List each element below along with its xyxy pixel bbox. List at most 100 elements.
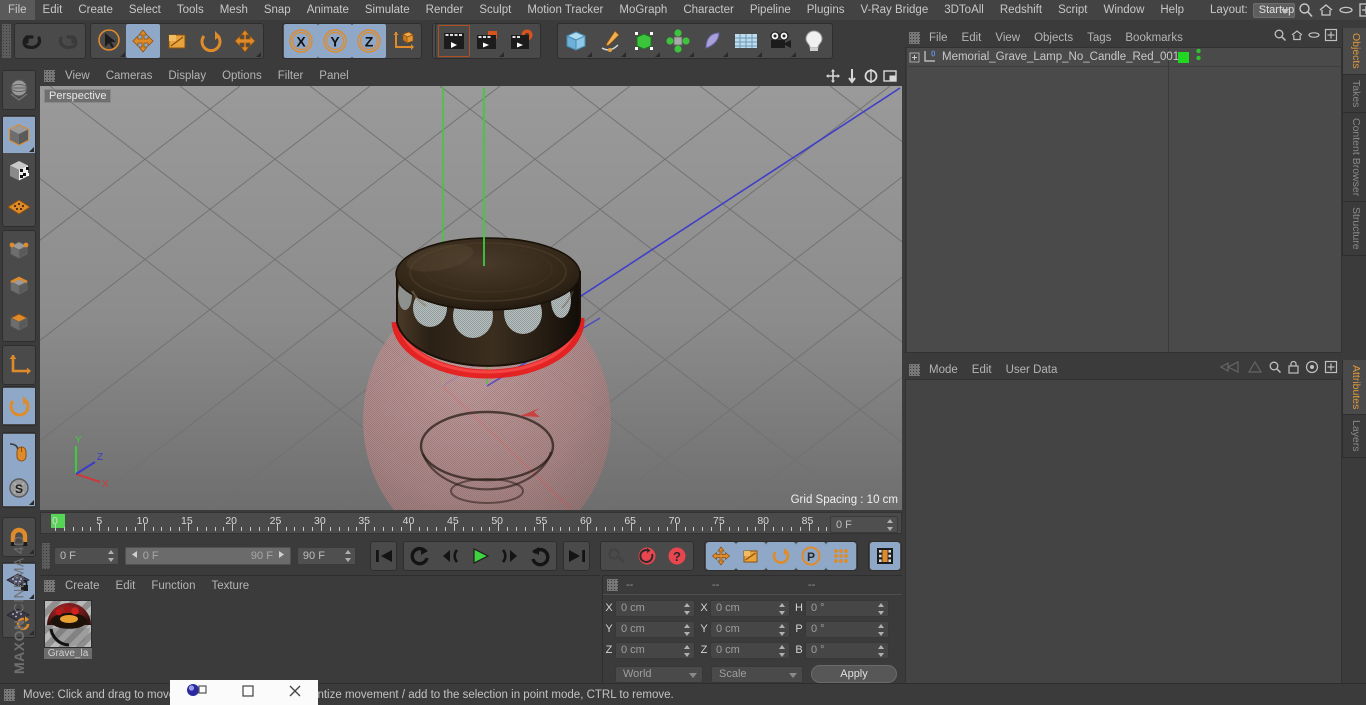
home-icon[interactable]	[1317, 1, 1335, 19]
tab-content-browser[interactable]: Content Browser	[1342, 113, 1366, 203]
coordinates-gripper-icon[interactable]	[607, 579, 618, 591]
dynamic-place-tool[interactable]	[228, 24, 262, 58]
timeline-ruler[interactable]: 051015202530354045505560657075808590	[40, 512, 902, 534]
home-icon[interactable]	[1290, 28, 1304, 47]
menu-window[interactable]: Window	[1095, 0, 1152, 20]
add-light-button[interactable]	[797, 24, 831, 58]
menu-mograph[interactable]: MoGraph	[611, 0, 675, 20]
add-spline-button[interactable]	[593, 24, 627, 58]
rotation-b-field[interactable]: 0 °	[805, 641, 889, 659]
close-icon[interactable]	[288, 684, 302, 701]
viewport-solo-single-button[interactable]	[3, 434, 35, 470]
material-menu-create[interactable]: Create	[57, 580, 108, 592]
spinner-icon[interactable]	[779, 602, 786, 615]
workplane-mode-button[interactable]	[3, 189, 35, 225]
go-to-end-button[interactable]	[563, 541, 591, 571]
position-y-field[interactable]: 0 cm	[615, 620, 695, 638]
spinner-icon[interactable]	[684, 644, 691, 657]
redo-button[interactable]	[50, 24, 84, 58]
toolbar-gripper[interactable]	[2, 24, 11, 58]
table-row[interactable]: 0 Memorial_Grave_Lamp_No_Candle_Red_001	[906, 48, 1341, 67]
add-floor-button[interactable]	[729, 24, 763, 58]
previous-frame-button[interactable]	[435, 542, 465, 570]
transform-mode-dropdown[interactable]: Scale	[711, 665, 803, 683]
scale-key-toggle[interactable]	[736, 542, 767, 570]
render-view-button[interactable]	[437, 24, 471, 58]
point-level-animation-toggle[interactable]	[826, 542, 857, 570]
object-menu-view[interactable]: View	[988, 32, 1027, 44]
axis-modification-button[interactable]	[3, 347, 35, 383]
move-tool[interactable]	[126, 24, 160, 58]
apply-button[interactable]: Apply	[811, 665, 897, 683]
viewport-menu-display[interactable]: Display	[160, 70, 214, 82]
scale-tool[interactable]	[160, 24, 194, 58]
menu-create[interactable]: Create	[70, 0, 121, 20]
spinner-icon[interactable]	[779, 644, 786, 657]
menu-plugins[interactable]: Plugins	[799, 0, 853, 20]
keyframe-selection-button[interactable]: ?	[662, 542, 692, 570]
menu-simulate[interactable]: Simulate	[357, 0, 418, 20]
add-camera-button[interactable]	[763, 24, 797, 58]
loop-button[interactable]	[525, 542, 555, 570]
object-layer-color-swatch[interactable]	[1178, 51, 1189, 63]
ellipse-icon[interactable]	[1307, 28, 1321, 47]
position-x-field[interactable]: 0 cm	[615, 599, 695, 617]
coordinate-system-dropdown[interactable]: World	[615, 665, 703, 683]
record-active-objects-button[interactable]	[602, 542, 632, 570]
menu-snap[interactable]: Snap	[256, 0, 299, 20]
menu-script[interactable]: Script	[1050, 0, 1095, 20]
spinner-icon[interactable]	[878, 644, 885, 657]
rotation-h-field[interactable]: 0 °	[805, 599, 889, 617]
material-gripper-icon[interactable]	[44, 580, 55, 592]
target-icon[interactable]	[1305, 360, 1319, 379]
viewport-solo-hierarchy-button[interactable]: S	[3, 470, 35, 506]
range-right-arrow-icon[interactable]	[277, 550, 286, 562]
visibility-dots-icon[interactable]	[1195, 48, 1202, 67]
live-selection-tool[interactable]	[92, 24, 126, 58]
undo-button[interactable]	[16, 24, 50, 58]
search-icon[interactable]	[1268, 360, 1282, 379]
material-menu-function[interactable]: Function	[143, 580, 203, 592]
back-nav-icon[interactable]	[1219, 360, 1242, 379]
model-mode-button[interactable]	[3, 117, 35, 153]
object-list[interactable]: 0 Memorial_Grave_Lamp_No_Candle_Red_001	[905, 47, 1342, 353]
timeline-button[interactable]	[870, 542, 901, 570]
search-icon[interactable]	[1297, 1, 1315, 19]
edges-mode-button[interactable]	[3, 268, 35, 304]
menu-file[interactable]: File	[0, 0, 35, 20]
statusbar-gripper-icon[interactable]	[4, 688, 15, 701]
attributes-body[interactable]	[905, 379, 1342, 705]
app-icon[interactable]	[186, 682, 208, 703]
layout-dropdown[interactable]: Startup	[1252, 2, 1296, 18]
material-menu-edit[interactable]: Edit	[108, 580, 144, 592]
add-cube-button[interactable]	[559, 24, 593, 58]
range-left-arrow-icon[interactable]	[130, 550, 139, 562]
spinner-icon[interactable]	[107, 550, 115, 562]
tab-structure[interactable]: Structure	[1342, 202, 1366, 256]
tab-attributes[interactable]: Attributes	[1342, 360, 1366, 416]
forward-nav-icon[interactable]	[1247, 360, 1263, 379]
spinner-icon[interactable]	[684, 602, 691, 615]
add-nurbs-button[interactable]	[627, 24, 661, 58]
rotate-tool[interactable]	[194, 24, 228, 58]
object-menu-bookmarks[interactable]: Bookmarks	[1118, 32, 1190, 44]
material-swatch[interactable]	[44, 600, 92, 648]
spinner-icon[interactable]	[878, 623, 885, 636]
spinner-icon[interactable]	[684, 623, 691, 636]
menu-mesh[interactable]: Mesh	[212, 0, 256, 20]
z-axis-lock[interactable]: Z	[352, 24, 386, 58]
position-key-toggle[interactable]	[706, 542, 737, 570]
menu-redshift[interactable]: Redshift	[992, 0, 1050, 20]
menu-edit[interactable]: Edit	[35, 0, 71, 20]
viewport-gripper-icon[interactable]	[44, 70, 55, 82]
position-z-field[interactable]: 0 cm	[615, 641, 695, 659]
size-x-field[interactable]: 0 cm	[710, 599, 790, 617]
points-mode-button[interactable]	[3, 232, 35, 268]
add-layout-icon[interactable]	[1324, 28, 1338, 47]
menu-character[interactable]: Character	[675, 0, 742, 20]
spinner-icon[interactable]	[779, 623, 786, 636]
texture-mode-button[interactable]	[3, 153, 35, 189]
animation-range-slider[interactable]: 0 F 90 F	[124, 547, 291, 565]
autokeying-button[interactable]	[632, 542, 662, 570]
viewport-menu-cameras[interactable]: Cameras	[98, 70, 161, 82]
